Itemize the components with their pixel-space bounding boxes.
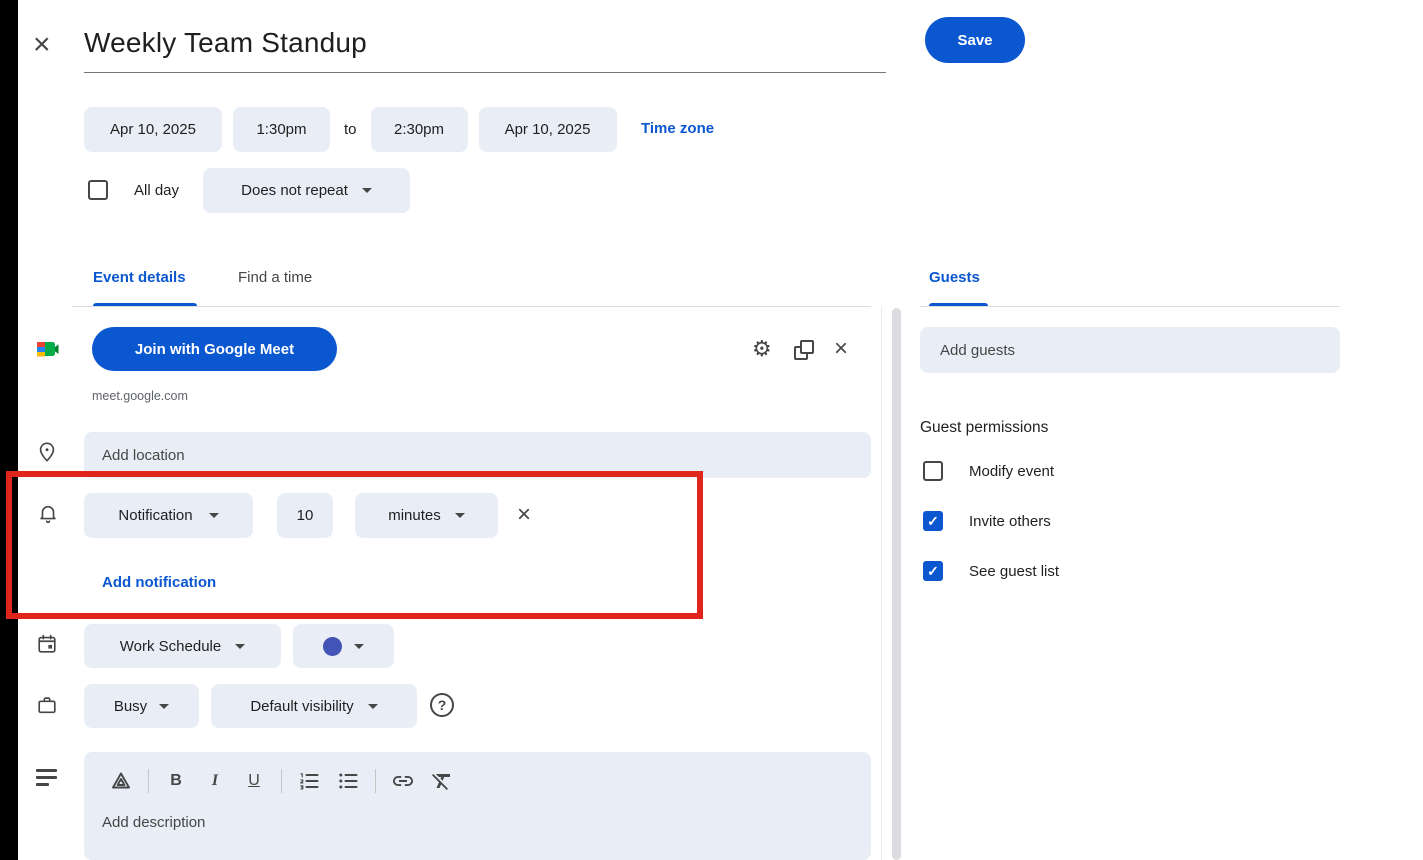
underline-button[interactable]: U (239, 767, 269, 795)
toolbar-separator (281, 769, 282, 793)
calendar-select-dropdown[interactable]: Work Schedule (84, 624, 281, 668)
clear-formatting-icon[interactable] (427, 767, 457, 795)
allday-row: All day Does not repeat (88, 167, 411, 213)
permission-row-see-guest-list: ✓ See guest list (923, 561, 1059, 581)
tab-guests[interactable]: Guests (929, 269, 980, 286)
formatting-toolbar: B I U (106, 767, 457, 795)
busy-status-dropdown[interactable]: Busy (84, 684, 199, 728)
tab-event-details[interactable]: Event details (93, 269, 186, 286)
notification-type-value: Notification (118, 507, 193, 524)
remove-meet-icon[interactable]: × (834, 337, 848, 361)
chevron-down-icon (367, 703, 378, 709)
modify-event-label: Modify event (969, 462, 1055, 480)
visibility-dropdown[interactable]: Default visibility (211, 684, 417, 728)
chevron-down-icon (235, 643, 246, 649)
close-dialog-icon[interactable]: × (33, 30, 51, 60)
calendar-name-value: Work Schedule (119, 637, 222, 655)
italic-button[interactable]: I (200, 767, 230, 795)
briefcase-icon (36, 694, 58, 721)
add-notification-link[interactable]: Add notification (102, 574, 216, 591)
all-day-label: All day (134, 181, 180, 199)
add-guests-input[interactable] (920, 327, 1340, 373)
location-input[interactable] (84, 432, 871, 478)
busy-status-value: Busy (113, 697, 148, 715)
copy-meet-link-icon[interactable] (794, 340, 814, 360)
recurrence-dropdown[interactable]: Does not repeat (203, 167, 411, 213)
guest-permissions-title: Guest permissions (920, 419, 1049, 436)
toolbar-separator (148, 769, 149, 793)
timezone-link[interactable]: Time zone (641, 120, 714, 137)
toolbar-separator (375, 769, 376, 793)
notification-unit-value: minutes (388, 507, 441, 524)
end-date-chip[interactable]: Apr 10, 2025 (478, 107, 617, 152)
meet-settings-gear-icon[interactable]: ⚙ (752, 337, 772, 362)
permission-row-modify-event: Modify event (923, 461, 1054, 481)
all-day-checkbox[interactable] (88, 180, 108, 200)
event-color-dropdown[interactable] (293, 624, 394, 668)
calendar-icon (36, 633, 58, 660)
notification-unit-dropdown[interactable]: minutes (355, 493, 498, 538)
chevron-down-icon (354, 643, 364, 649)
datetime-row: Apr 10, 2025 1:30pm to 2:30pm Apr 10, 20… (84, 107, 617, 152)
description-lines-icon (36, 769, 57, 787)
invite-others-label: Invite others (969, 512, 1051, 530)
event-title-input[interactable]: Weekly Team Standup (84, 27, 367, 59)
permission-row-invite-others: ✓ Invite others (923, 511, 1051, 531)
start-time-chip[interactable]: 1:30pm (233, 107, 330, 152)
chevron-down-icon (361, 187, 372, 193)
numbered-list-icon[interactable] (294, 767, 324, 795)
chevron-down-icon (208, 513, 219, 518)
invite-others-checkbox[interactable]: ✓ (923, 511, 943, 531)
event-color-dot (323, 636, 342, 656)
start-date-chip[interactable]: Apr 10, 2025 (84, 107, 222, 152)
join-meet-button[interactable]: Join with Google Meet (92, 327, 337, 371)
to-label: to (344, 121, 357, 138)
end-time-chip[interactable]: 2:30pm (370, 107, 468, 152)
description-editor[interactable]: B I U Add description (84, 752, 871, 860)
tab-find-a-time[interactable]: Find a time (238, 269, 312, 286)
see-guest-list-checkbox[interactable]: ✓ (923, 561, 943, 581)
location-pin-icon (36, 441, 58, 468)
remove-notification-icon[interactable]: × (517, 503, 531, 527)
left-edge-bar (0, 0, 18, 860)
google-meet-icon (35, 337, 59, 361)
notification-bell-icon (37, 503, 59, 530)
chevron-down-icon (159, 703, 170, 709)
drive-attachment-icon[interactable] (106, 767, 136, 795)
insert-link-icon[interactable] (388, 767, 418, 795)
scrollbar-thumb[interactable] (892, 308, 901, 860)
guests-tabs-divider (920, 306, 1340, 307)
notification-type-dropdown[interactable]: Notification (84, 493, 253, 538)
visibility-help-icon[interactable]: ? (430, 693, 454, 717)
notification-value-input[interactable]: 10 (277, 493, 333, 538)
tabs-divider (72, 306, 871, 307)
description-placeholder[interactable]: Add description (102, 814, 205, 831)
meet-url-text: meet.google.com (92, 389, 188, 403)
visibility-value: Default visibility (250, 697, 354, 715)
bulleted-list-icon[interactable] (333, 767, 363, 795)
save-button[interactable]: Save (925, 17, 1025, 63)
event-edit-dialog: × Weekly Team Standup Save Apr 10, 2025 … (0, 0, 1423, 860)
title-underline (84, 72, 886, 73)
see-guest-list-label: See guest list (969, 562, 1060, 580)
chevron-down-icon (454, 513, 465, 518)
modify-event-checkbox[interactable] (923, 461, 943, 481)
recurrence-value: Does not repeat (241, 181, 348, 199)
panel-divider (881, 307, 882, 860)
bold-button[interactable]: B (161, 767, 191, 795)
